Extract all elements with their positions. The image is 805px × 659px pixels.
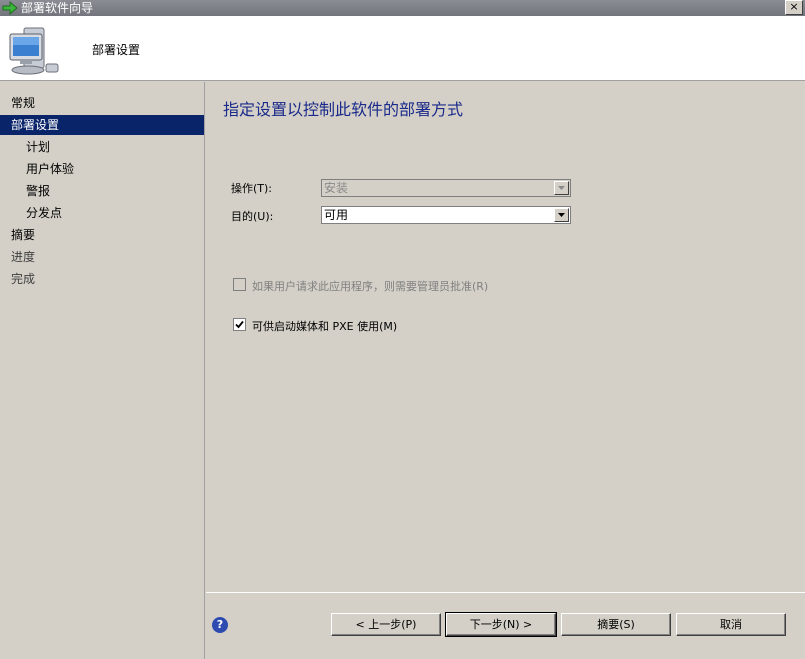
previous-button[interactable]: < 上一步(P) (331, 613, 441, 636)
sidebar-item-general[interactable]: 常规 (0, 93, 204, 113)
action-value: 安装 (324, 181, 349, 195)
sidebar-item-user-experience[interactable]: 用户体验 (0, 159, 204, 179)
sidebar-item-completion: 完成 (11, 272, 36, 286)
sidebar-item-deployment-settings[interactable]: 部署设置 (0, 115, 204, 135)
sidebar-item-progress: 进度 (11, 250, 36, 264)
checkmark-icon (235, 320, 244, 329)
help-icon[interactable]: ? (212, 617, 228, 633)
boot-media-checkbox[interactable] (233, 318, 246, 331)
boot-media-label: 可供启动媒体和 PXE 使用(M) (252, 320, 398, 333)
require-approval-checkbox (233, 278, 246, 291)
window-title: 部署软件向导 (21, 1, 94, 15)
purpose-combobox[interactable]: 可用 (321, 206, 571, 224)
wizard-header: 部署设置 (0, 16, 805, 81)
action-dropdown-button (554, 181, 569, 195)
action-combobox: 安装 (321, 179, 571, 197)
main-content: 指定设置以控制此软件的部署方式 操作(T): 安装 目的(U): 可用 如果用户… (206, 82, 805, 592)
action-label: 操作(T): (231, 182, 273, 195)
cancel-button[interactable]: 取消 (676, 613, 786, 636)
wizard-arrow-icon (2, 1, 18, 15)
sidebar-item-schedule[interactable]: 计划 (0, 137, 204, 157)
page-heading: 指定设置以控制此软件的部署方式 (223, 100, 464, 119)
sidebar-item-distribution-points[interactable]: 分发点 (0, 203, 204, 223)
require-approval-label: 如果用户请求此应用程序，则需要管理员批准(R) (252, 280, 489, 293)
chevron-down-icon (558, 186, 565, 190)
chevron-down-icon (558, 213, 565, 217)
summary-button[interactable]: 摘要(S) (561, 613, 671, 636)
next-button[interactable]: 下一步(N) > (445, 612, 557, 637)
sidebar-item-summary[interactable]: 摘要 (0, 225, 204, 245)
title-bar: 部署软件向导 × (0, 0, 805, 16)
close-button[interactable]: × (785, 0, 803, 15)
sidebar-item-alerts[interactable]: 警报 (0, 181, 204, 201)
wizard-steps-sidebar: 常规 部署设置 计划 用户体验 警报 分发点 摘要 进度 完成 (0, 82, 205, 659)
header-title: 部署设置 (92, 43, 141, 57)
purpose-dropdown-button[interactable] (554, 208, 569, 222)
wizard-footer: ? < 上一步(P) 下一步(N) > 摘要(S) 取消 (206, 592, 805, 659)
purpose-label: 目的(U): (231, 210, 274, 223)
computer-icon (9, 27, 59, 75)
purpose-value: 可用 (324, 208, 349, 222)
